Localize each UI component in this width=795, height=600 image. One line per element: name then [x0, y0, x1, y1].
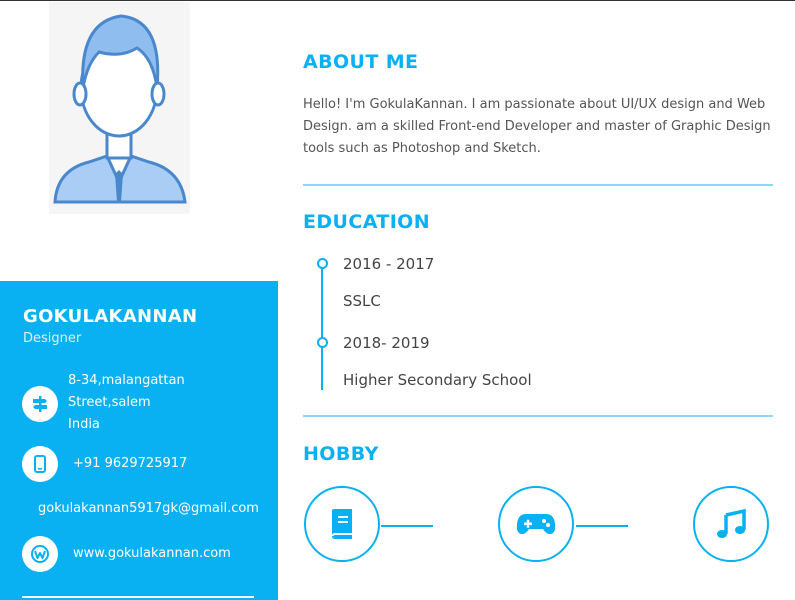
timeline-dot — [317, 258, 328, 269]
address: 8-34,malangattan Street,salem India — [68, 370, 185, 436]
about-heading: ABOUT ME — [303, 51, 419, 73]
profile-role: Designer — [23, 331, 82, 346]
education-years-2: 2018- 2019 — [343, 334, 430, 352]
signpost-icon — [22, 386, 58, 422]
section-divider — [303, 415, 773, 417]
education-title-2: Higher Secondary School — [343, 371, 532, 389]
phone-number[interactable]: +91 9629725917 — [73, 453, 187, 475]
avatar — [49, 2, 190, 214]
website-icon — [22, 536, 58, 572]
website-link[interactable]: www.gokulakannan.com — [73, 543, 231, 565]
education-heading: EDUCATION — [303, 211, 431, 233]
education-title-1: SSLC — [343, 292, 381, 310]
hobby-reading — [304, 486, 380, 562]
address-line-1: 8-34,malangattan — [68, 373, 185, 388]
hobby-gaming — [498, 486, 574, 562]
top-border — [0, 0, 795, 1]
person-avatar-icon — [53, 14, 187, 204]
music-icon — [717, 508, 746, 538]
timeline-line — [321, 263, 323, 390]
education-years-1: 2016 - 2017 — [343, 255, 435, 273]
about-text: Hello! I'm GokulaKannan. I am passionate… — [303, 97, 771, 156]
hobby-heading: HOBBY — [303, 443, 379, 465]
email-link[interactable]: gokulakannan5917gk@gmail.com — [38, 498, 259, 520]
timeline-dot — [317, 337, 328, 348]
phone-icon — [22, 446, 58, 482]
address-line-2: Street,salem — [68, 395, 151, 410]
hobby-connector — [381, 525, 433, 527]
sidebar-divider — [22, 596, 254, 598]
gamepad-icon — [516, 514, 556, 534]
section-divider — [303, 184, 773, 186]
hobby-music — [693, 486, 769, 562]
profile-name: GOKULAKANNAN — [23, 306, 198, 327]
hobby-connector — [576, 525, 628, 527]
book-icon — [332, 509, 352, 539]
contact-sidebar: GOKULAKANNAN Designer 8-34,malangattan S… — [0, 281, 278, 600]
address-line-3: India — [68, 417, 100, 432]
